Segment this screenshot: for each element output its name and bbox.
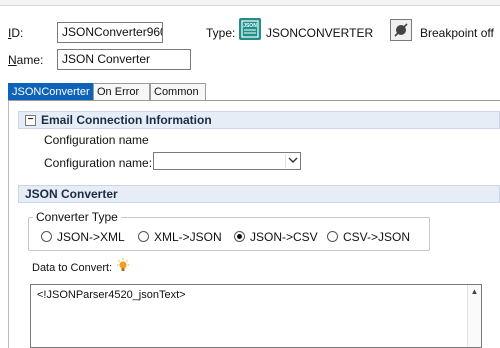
id-label: ID: xyxy=(8,26,24,40)
scroll-up-icon[interactable]: ▲ xyxy=(468,285,481,298)
tab-common[interactable]: Common xyxy=(150,83,206,101)
breakpoint-label: Breakpoint off xyxy=(420,26,494,40)
radio-csv-json[interactable] xyxy=(327,231,338,242)
json-icon: JSON xyxy=(239,18,261,40)
radio-json-xml-label: JSON->XML xyxy=(57,230,125,244)
email-section-title: Email Connection Information xyxy=(41,113,212,127)
type-value: JSONCONVERTER xyxy=(266,26,374,40)
svg-text:JSON: JSON xyxy=(243,23,257,29)
lightbulb-icon[interactable] xyxy=(116,258,130,274)
data-to-convert-label: Data to Convert: xyxy=(32,262,113,274)
radio-xml-json[interactable] xyxy=(138,231,149,242)
radio-xml-json-label: XML->JSON xyxy=(154,230,222,244)
email-section-header: Email Connection Information xyxy=(18,111,500,129)
window-top-edge xyxy=(0,0,500,6)
scrollbar[interactable]: ▲ xyxy=(467,285,481,347)
converter-type-title: Converter Type xyxy=(33,210,121,224)
config-name-select[interactable] xyxy=(153,152,301,170)
type-label: Type: xyxy=(206,26,236,40)
breakpoint-off-icon[interactable] xyxy=(390,19,412,41)
tab-on-error[interactable]: On Error xyxy=(93,83,150,101)
radio-json-xml[interactable] xyxy=(41,231,52,242)
chevron-down-icon[interactable] xyxy=(285,154,299,168)
radio-json-csv-label: JSON->CSV xyxy=(250,230,318,244)
config-label: Configuration name: xyxy=(44,156,153,170)
converter-section-header: JSON Converter xyxy=(18,185,500,203)
collapse-icon[interactable]: − xyxy=(25,115,36,126)
name-field[interactable]: JSON Converter xyxy=(57,49,191,70)
data-to-convert-value: <!JSONParser4520_jsonText> xyxy=(37,289,186,301)
data-to-convert-textarea[interactable]: <!JSONParser4520_jsonText> ▲ xyxy=(30,284,482,348)
id-field[interactable]: JSONConverter9600 xyxy=(57,22,163,43)
name-label: Name: xyxy=(8,53,44,67)
radio-json-csv[interactable] xyxy=(234,231,245,242)
config-heading: Configuration name xyxy=(44,133,149,147)
converter-section-title: JSON Converter xyxy=(25,187,118,201)
tab-jsonconverter[interactable]: JSONConverter xyxy=(8,83,93,101)
radio-csv-json-label: CSV->JSON xyxy=(343,230,411,244)
